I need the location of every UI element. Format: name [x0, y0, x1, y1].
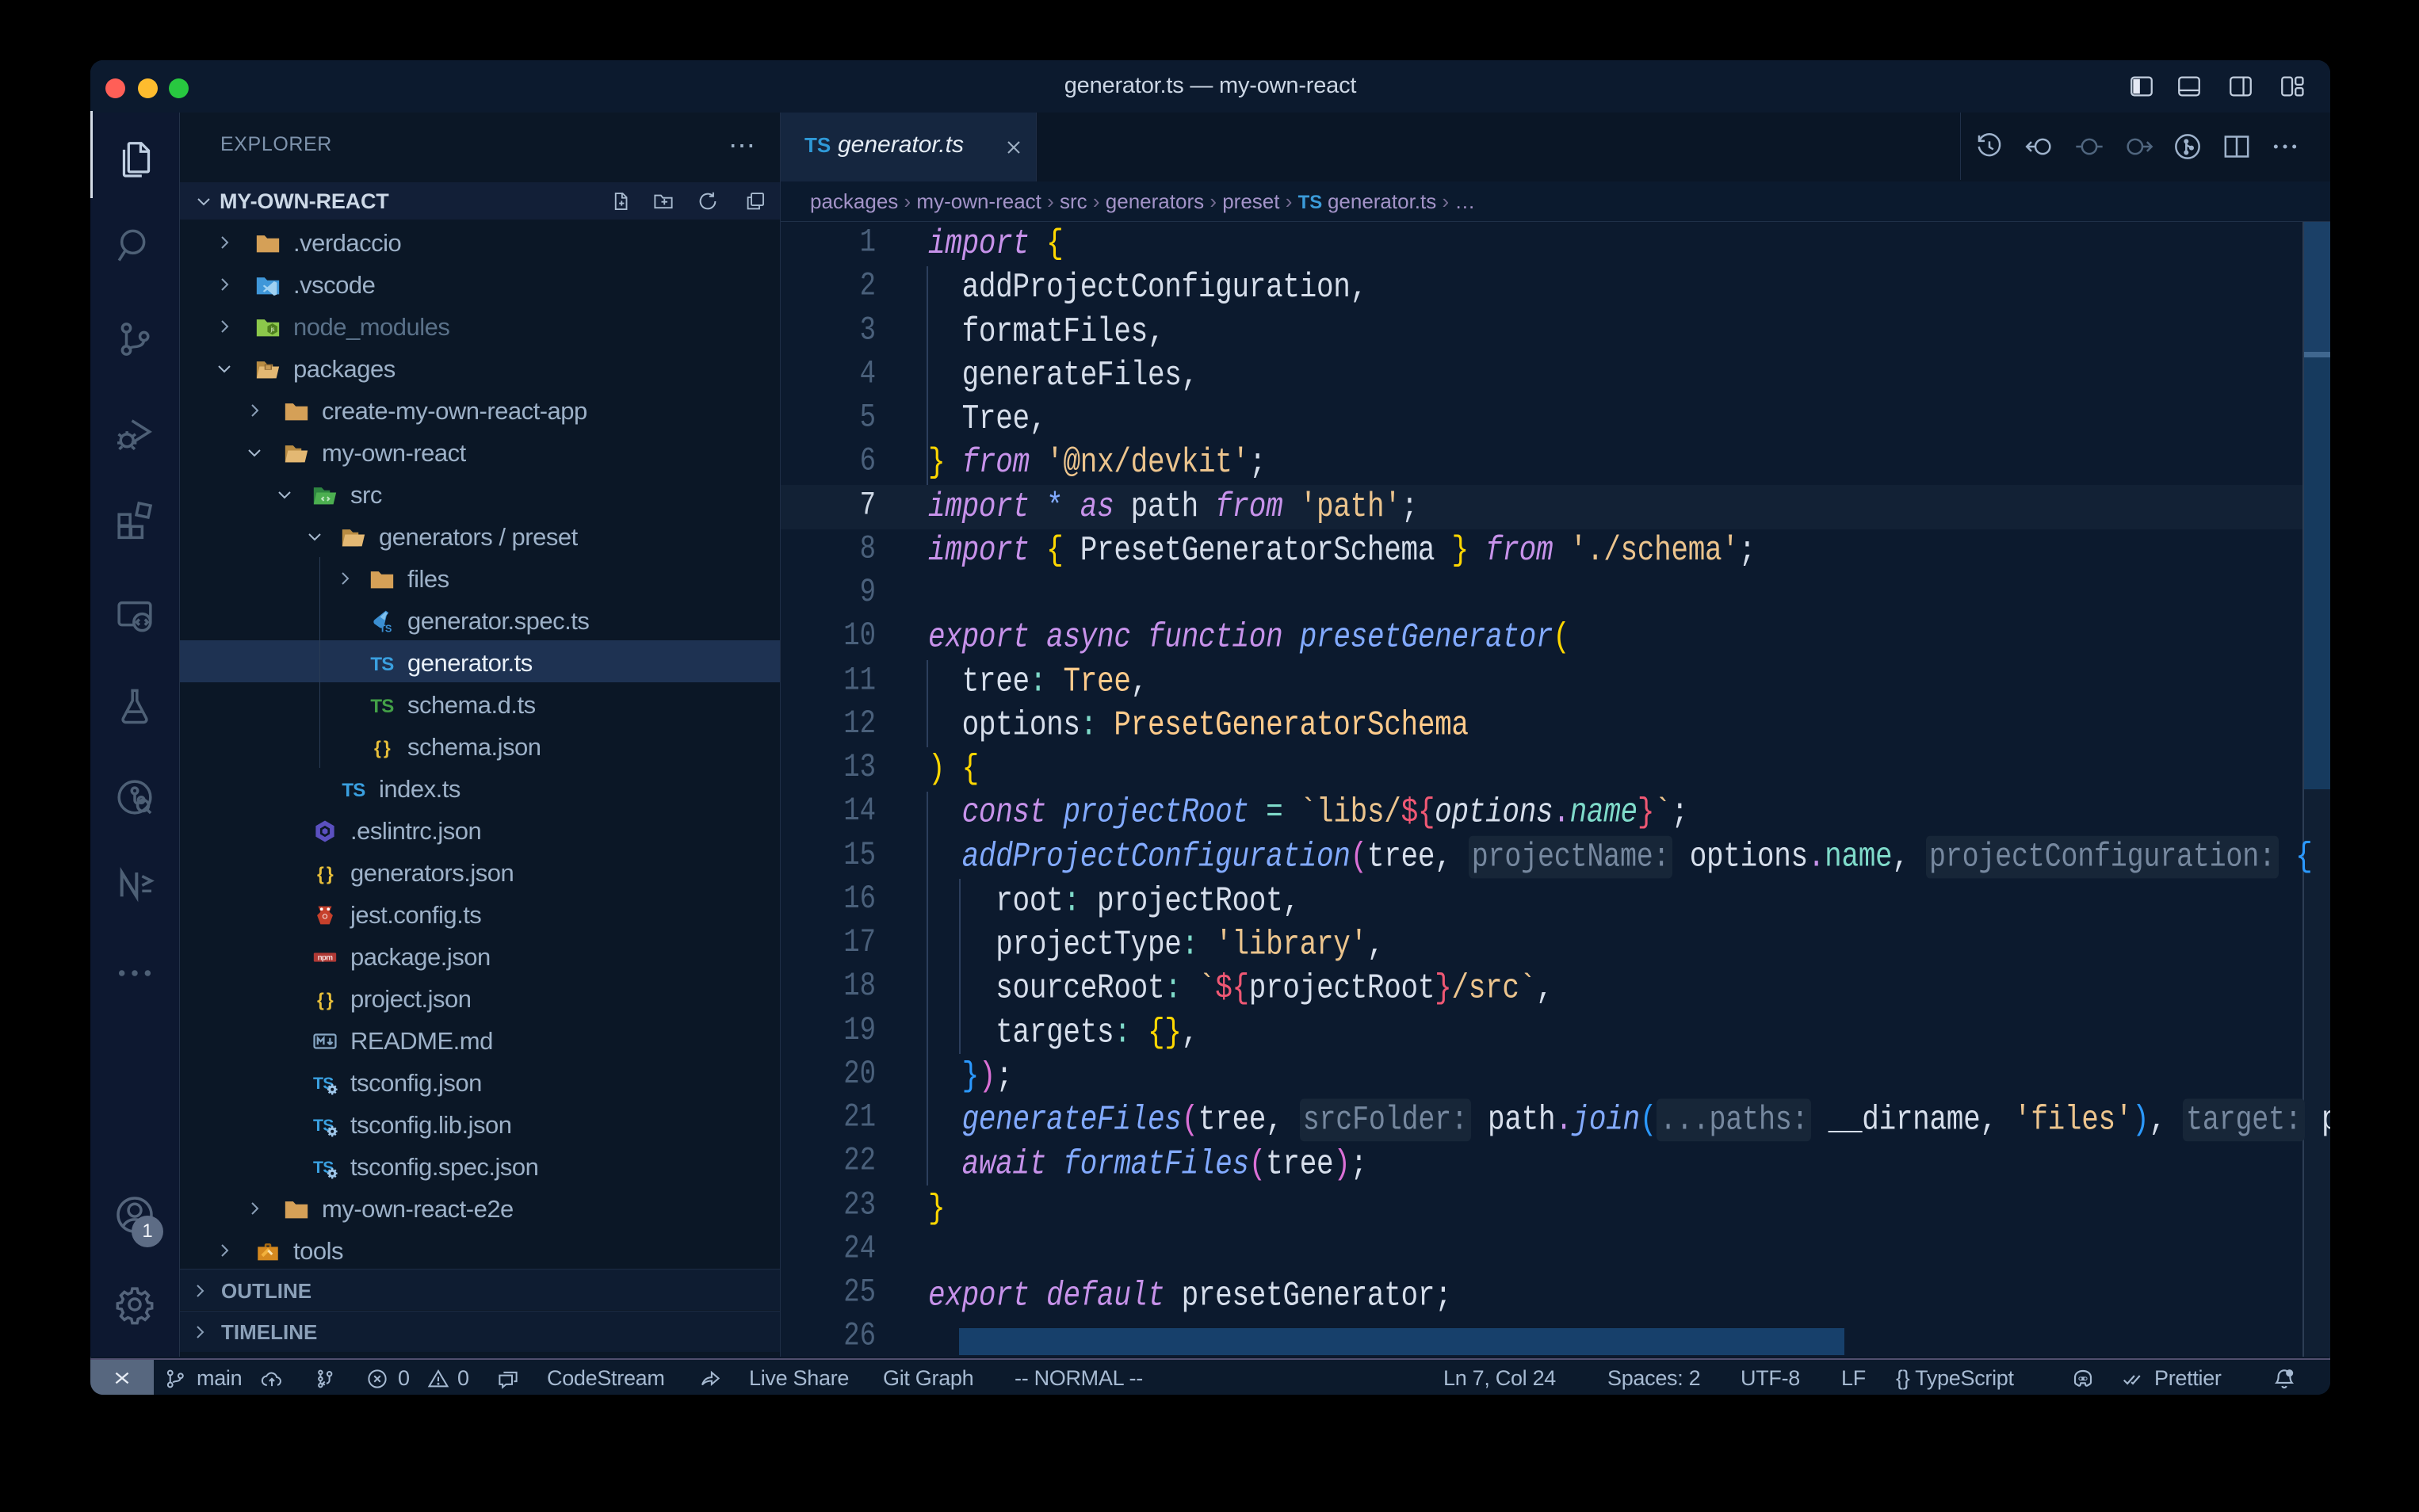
svg-text:npm: npm	[318, 954, 334, 963]
svg-text:{ }: { }	[317, 864, 334, 884]
svg-text:js: js	[270, 326, 275, 333]
svg-text:TS: TS	[342, 780, 365, 801]
svg-text:TS: TS	[380, 622, 392, 634]
svg-text:{ }: { }	[374, 738, 391, 758]
svg-text:TS: TS	[370, 696, 394, 717]
svg-text:{ }: { }	[317, 990, 334, 1010]
svg-text:TS: TS	[370, 654, 394, 675]
